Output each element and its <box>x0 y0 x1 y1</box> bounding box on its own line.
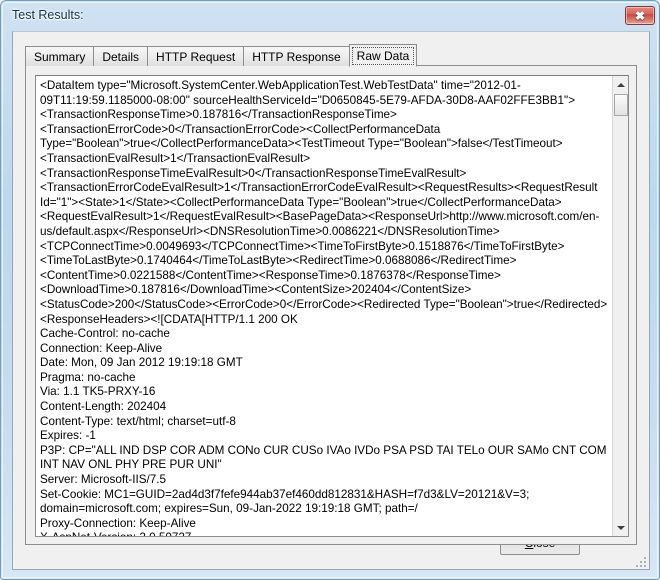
tab-http-response-label: HTTP Response <box>252 49 341 64</box>
chevron-up-icon <box>617 82 625 87</box>
raw-data-text[interactable]: <DataItem type="Microsoft.SystemCenter.W… <box>36 76 613 536</box>
tab-details-label: Details <box>102 49 140 64</box>
scroll-down-arrow[interactable] <box>613 519 628 536</box>
results-tabstrip: Summary Details HTTP Request HTTP Respon… <box>25 44 418 67</box>
tab-http-request-label: HTTP Request <box>156 49 236 64</box>
tab-raw-data-label: Raw Data <box>356 48 410 63</box>
tab-summary-label: Summary <box>34 49 86 64</box>
tab-raw-data[interactable]: Raw Data <box>348 44 418 67</box>
close-window-icon: ✖ <box>634 8 646 23</box>
tab-details[interactable]: Details <box>93 46 149 66</box>
tab-summary[interactable]: Summary <box>25 46 95 66</box>
tab-page-raw-data: <DataItem type="Microsoft.SystemCenter.W… <box>25 65 637 545</box>
window-title: Test Results: <box>12 8 84 22</box>
title-bar[interactable]: Test Results: ✖ <box>1 1 660 31</box>
dialog-client-area: <DataItem type="Microsoft.SystemCenter.W… <box>12 31 650 570</box>
tab-http-response[interactable]: HTTP Response <box>243 46 350 66</box>
resize-grip[interactable] <box>634 555 646 567</box>
tab-http-request[interactable]: HTTP Request <box>147 46 245 66</box>
raw-data-textbox[interactable]: <DataItem type="Microsoft.SystemCenter.W… <box>35 75 629 537</box>
test-results-window: Test Results: ✖ <DataItem type="Microsof… <box>0 0 660 580</box>
scroll-up-arrow[interactable] <box>613 76 628 93</box>
close-window-button[interactable]: ✖ <box>625 6 655 25</box>
raw-data-vertical-scrollbar[interactable] <box>612 76 628 536</box>
vertical-scroll-thumb[interactable] <box>614 94 628 116</box>
chevron-down-icon <box>617 525 625 530</box>
